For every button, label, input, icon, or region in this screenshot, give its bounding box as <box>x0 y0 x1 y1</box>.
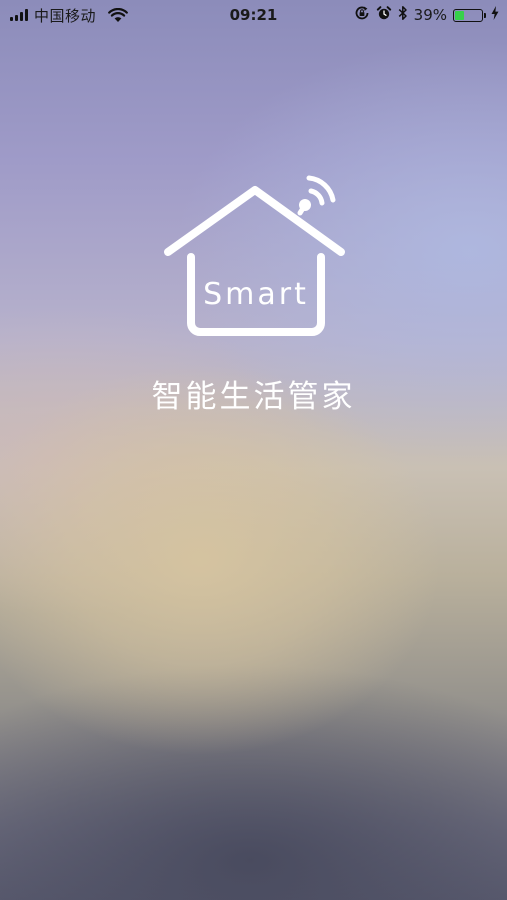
status-bar: 中国移动 09:21 39% <box>0 0 507 30</box>
charging-icon <box>491 6 499 24</box>
battery-fill <box>455 10 464 20</box>
alarm-icon <box>376 5 392 25</box>
status-right: 39% <box>354 5 499 25</box>
rotation-lock-icon <box>354 5 370 25</box>
smart-home-icon: Smart <box>160 165 350 345</box>
logo-text: Smart <box>203 277 309 312</box>
bluetooth-icon <box>398 5 408 25</box>
battery-percent: 39% <box>413 6 447 24</box>
app-title: 智能生活管家 <box>151 379 356 415</box>
battery-icon <box>453 8 486 22</box>
